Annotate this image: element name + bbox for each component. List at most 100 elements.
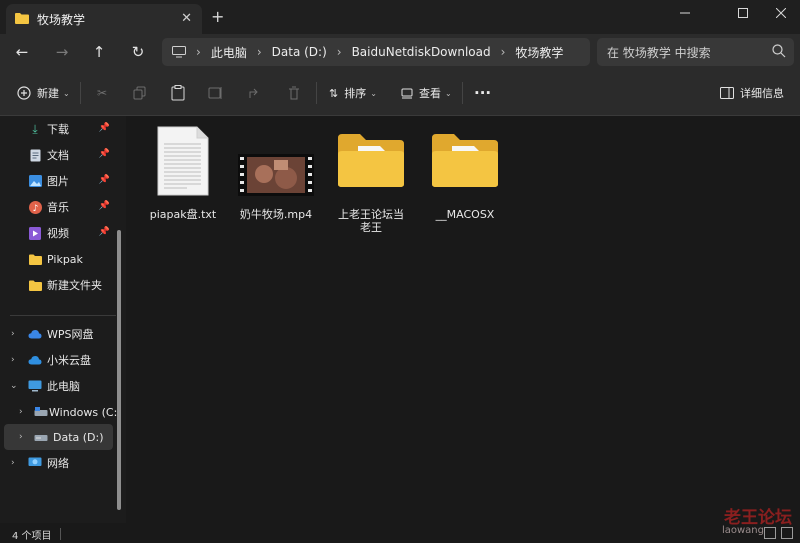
close-icon [776,8,786,18]
view-label: 查看 [419,87,441,100]
copy-icon [133,86,146,100]
sidebar-item-label: 下载 [47,123,69,136]
sidebar-item-wps-drive[interactable]: › WPS网盘 [0,321,114,347]
chevron-right-icon: › [500,45,506,59]
plus-circle-icon [17,86,31,100]
file-item[interactable]: piapak盘.txt [135,124,231,234]
video-thumbnail-icon [238,154,314,196]
maximize-icon [738,8,748,18]
sidebar-item-mi-cloud[interactable]: › 小米云盘 [0,347,114,373]
minimize-button[interactable] [662,0,708,26]
details-label: 详细信息 [740,87,784,100]
arrow-left-icon: ← [15,43,29,61]
sidebar-item-label: 新建文件夹 [47,279,102,292]
up-button[interactable]: ↑ [87,41,111,63]
navigation-pane: ⤓ 下载 📌 文档 📌 图片 📌 ♪ 音乐 📌 视频 📌 Pikpak 新建文件… [0,116,126,523]
sidebar-scrollbar[interactable] [117,230,121,510]
sidebar-item-pictures[interactable]: 图片 📌 [28,168,114,194]
title-bar: 牧场教学 ✕ + [0,0,800,34]
pin-icon: 📌 [98,175,110,185]
cloud-icon [28,327,42,341]
sidebar-item-network[interactable]: › 网络 [0,450,114,476]
view-icon [401,87,413,99]
chevron-right-icon[interactable]: › [11,355,15,365]
refresh-button[interactable]: ↻ [126,41,150,63]
breadcrumb-baidunetdisk[interactable]: BaiduNetdiskDownload [352,45,491,59]
forward-button[interactable]: → [50,41,74,63]
more-options-button[interactable]: ··· [474,82,491,104]
picture-icon [28,174,42,188]
folder-item[interactable]: 上老王论坛当老王 [323,124,419,244]
chevron-down-icon[interactable]: ⌄ [10,381,18,391]
breadcrumb-this-pc[interactable]: 此电脑 [211,44,247,61]
download-icon: ⤓ [32,121,38,136]
drive-icon [34,405,48,419]
sidebar-item-videos[interactable]: 视频 📌 [28,220,114,246]
tab-title: 牧场教学 [37,12,86,27]
sidebar-item-new-folder[interactable]: 新建文件夹 [28,272,114,298]
folder-name: __MACOSX [435,208,495,221]
breadcrumb-current[interactable]: 牧场教学 [515,44,563,61]
copy-button[interactable] [130,83,150,103]
search-input[interactable]: 在 牧场教学 中搜索 [597,38,794,66]
sidebar-item-downloads[interactable]: ⤓ 下载 📌 [28,116,114,142]
search-placeholder: 在 牧场教学 中搜索 [607,45,711,60]
toolbar-divider [462,82,463,104]
chevron-down-icon: ⌄ [370,88,377,98]
details-view-button[interactable] [764,527,776,539]
sidebar-item-this-pc[interactable]: ⌄ 此电脑 [0,373,114,399]
address-bar[interactable]: › 此电脑 › Data (D:) › BaiduNetdiskDownload… [162,38,590,66]
sidebar-item-data-d[interactable]: › Data (D:) [4,424,113,450]
sidebar-item-label: 音乐 [47,201,69,214]
chevron-down-icon: ⌄ [63,88,70,98]
details-pane-button[interactable]: 详细信息 [720,82,784,104]
sidebar-item-label: 此电脑 [47,380,80,393]
sidebar-item-label: Windows (C:) [49,405,122,419]
pin-icon: 📌 [98,149,110,159]
sort-icon: ⇅ [329,86,339,100]
close-tab-button[interactable]: ✕ [181,11,192,26]
share-button[interactable] [245,83,265,103]
command-bar: 新建 ⌄ ✂ ⇅ 排序 ⌄ 查看 ⌄ ··· 详细信息 [0,70,800,116]
breadcrumb-data-d[interactable]: Data (D:) [272,45,327,59]
folder-icon [338,134,404,187]
watermark-text: laowang [721,525,764,536]
chevron-right-icon[interactable]: › [11,329,15,339]
chevron-right-icon: › [256,45,262,59]
paste-button[interactable] [168,83,188,103]
tab-current[interactable]: 牧场教学 ✕ [6,4,202,34]
delete-button[interactable] [284,83,304,103]
view-button[interactable]: 查看 ⌄ [401,82,452,104]
chevron-right-icon[interactable]: › [19,407,23,417]
svg-text:♪: ♪ [32,204,38,214]
new-tab-button[interactable]: + [211,9,224,25]
monitor-icon [172,46,186,58]
folder-item[interactable]: __MACOSX [417,124,513,234]
sort-button[interactable]: ⇅ 排序 ⌄ [329,82,377,104]
item-count: 4 个项目 [12,531,52,542]
cut-button[interactable]: ✂ [92,83,112,103]
sidebar-divider [10,315,116,316]
sidebar-item-music[interactable]: ♪ 音乐 📌 [28,194,114,220]
rename-button[interactable] [206,83,226,103]
sidebar-item-label: 文档 [47,149,69,162]
folder-icon [28,252,42,266]
clipboard-icon [171,85,185,101]
pin-icon: 📌 [98,201,110,211]
sort-label: 排序 [344,87,367,100]
icon-view-button[interactable] [781,527,793,539]
chevron-right-icon: › [336,45,342,59]
pin-icon: 📌 [98,227,110,237]
sidebar-item-windows-c[interactable]: › Windows (C:) [0,399,122,425]
pin-icon: 📌 [98,123,110,133]
sidebar-item-documents[interactable]: 文档 📌 [28,142,114,168]
back-button[interactable]: ← [10,41,34,63]
new-button[interactable]: 新建 ⌄ [17,82,70,104]
file-item[interactable]: 奶牛牧场.mp4 [228,124,324,234]
folder-name: 上老王论坛当老王 [338,208,404,234]
chevron-right-icon[interactable]: › [11,458,15,468]
sidebar-item-pikpak[interactable]: Pikpak [28,246,114,272]
close-window-button[interactable] [758,0,800,26]
chevron-right-icon[interactable]: › [19,432,23,442]
chevron-right-icon: › [196,45,201,59]
